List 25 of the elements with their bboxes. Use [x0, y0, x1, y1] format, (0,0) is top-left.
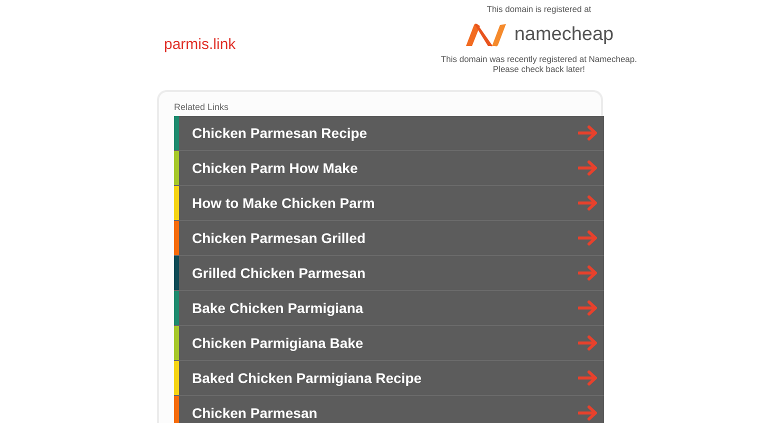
arrow-icon — [578, 125, 598, 141]
related-link[interactable]: Chicken Parm How Make — [174, 151, 604, 186]
related-link[interactable]: Chicken Parmesan Recipe — [174, 116, 604, 151]
related-link[interactable]: Grilled Chicken Parmesan — [174, 256, 604, 291]
registrar-name: namecheap — [514, 24, 614, 46]
arrow-icon — [578, 370, 598, 386]
domain-name: parmis.link — [164, 36, 236, 53]
related-link[interactable]: Chicken Parmesan Grilled — [174, 221, 604, 256]
arrow-icon — [578, 335, 598, 351]
arrow-icon — [578, 160, 598, 176]
arrow-icon — [578, 265, 598, 281]
section-heading: Related Links — [174, 102, 230, 112]
registrar-caption: This domain is registered at — [486, 4, 592, 14]
related-link[interactable]: Chicken Parmesan — [174, 396, 604, 423]
registration-notice: Please check back later! — [492, 64, 586, 74]
arrow-icon — [578, 405, 598, 421]
related-link[interactable]: How to Make Chicken Parm — [174, 186, 604, 221]
arrow-icon — [578, 230, 598, 246]
related-link[interactable]: Bake Chicken Parmigiana — [174, 291, 604, 326]
related-link[interactable]: Chicken Parmigiana Bake — [174, 326, 604, 361]
arrow-icon — [578, 300, 598, 316]
registration-notice: This domain was recently registered at Namecheap. — [440, 54, 637, 64]
registrar-logo-icon — [464, 22, 508, 48]
related-link[interactable]: Baked Chicken Parmigiana Recipe — [174, 361, 604, 396]
arrow-icon — [578, 195, 598, 211]
